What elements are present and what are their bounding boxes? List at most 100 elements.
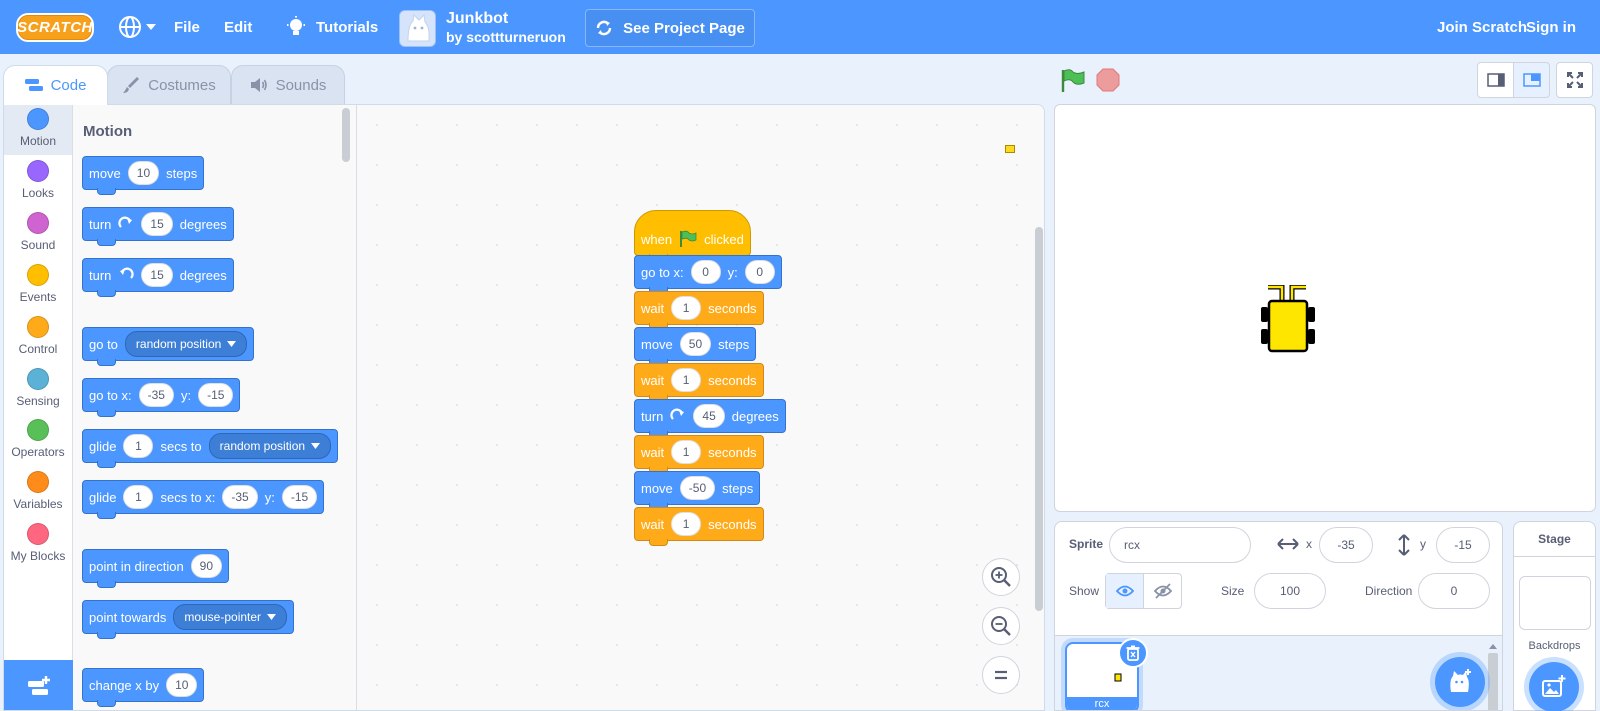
script-area[interactable]: when clicked go to x: 0 y: 0 wait 1 seco… [357,105,1044,710]
seconds-input[interactable]: 1 [671,368,702,392]
show-visible-button[interactable] [1106,574,1144,608]
block-go-to-xy[interactable]: go to x: 0 y: 0 [634,255,782,294]
see-project-page-button[interactable]: See Project Page [585,9,755,47]
block-glide-xy[interactable]: glide 1 secs to x: -35 y: -15 [82,480,325,519]
delete-sprite-button[interactable] [1118,638,1148,668]
palette-scrollbar[interactable] [342,108,350,162]
tutorials-button[interactable]: Tutorials [286,0,378,54]
file-menu[interactable]: File [174,0,200,54]
seconds-input[interactable]: 1 [671,440,702,464]
steps-input[interactable]: -50 [679,476,716,500]
degrees-input[interactable]: 15 [141,263,173,287]
add-extension-button[interactable] [4,660,73,710]
edit-menu[interactable]: Edit [224,0,252,54]
block-when-flag-clicked[interactable]: when clicked [634,210,751,261]
block-wait[interactable]: wait 1 seconds [634,507,764,546]
block-wait[interactable]: wait 1 seconds [634,291,764,330]
category-label: My Blocks [10,549,66,563]
y-input[interactable]: -15 [198,383,234,407]
show-hidden-button[interactable] [1144,574,1181,608]
category-sensing[interactable]: Sensing [4,365,72,415]
zoom-reset-button[interactable] [982,656,1020,694]
fullscreen-button[interactable] [1556,62,1593,98]
target-dropdown[interactable]: mouse-pointer [173,604,288,630]
stop-button[interactable] [1096,68,1120,97]
block-text: seconds [708,300,757,316]
y-position-input[interactable]: -15 [1436,527,1490,563]
degrees-input[interactable]: 15 [141,212,173,236]
stage-canvas[interactable] [1054,104,1596,512]
scratch-logo[interactable]: SCRATCH [16,13,94,42]
rotate-right-icon [118,216,133,228]
category-label: Variables [13,497,63,511]
block-turn-right[interactable]: turn 15 degrees [82,207,234,246]
category-looks[interactable]: Looks [4,157,72,207]
language-menu[interactable] [118,0,156,54]
degrees-input[interactable]: 45 [693,404,725,428]
direction-input[interactable]: 90 [190,554,223,578]
block-point-towards[interactable]: point towards mouse-pointer [82,600,295,639]
zoom-in-button[interactable] [982,558,1020,596]
category-motion[interactable]: Motion [4,105,72,155]
block-move-steps[interactable]: move -50 steps [634,471,761,510]
x-position-input[interactable]: -35 [1319,527,1373,563]
block-text: move [641,480,673,496]
sprite-list-scrollbar[interactable] [1486,641,1500,711]
script-scrollbar[interactable] [1035,227,1043,611]
block-turn-right[interactable]: turn 45 degrees [634,399,786,438]
category-events[interactable]: Events [4,261,72,311]
stage-target-pane[interactable]: Stage Backdrops [1513,521,1596,711]
project-author[interactable]: by scottturneruon [446,29,566,45]
x-input[interactable]: 0 [690,260,721,284]
choose-sprite-button[interactable] [1435,657,1485,707]
block-move-steps[interactable]: move 50 steps [634,327,757,366]
vertical-arrows-icon [1398,534,1410,556]
block-go-to-xy[interactable]: go to x: -35 y: -15 [82,378,241,417]
stage-thumbnail[interactable] [1519,576,1591,630]
x-input[interactable]: -35 [222,485,258,509]
block-turn-left[interactable]: turn 15 degrees [82,258,234,297]
tab-sounds[interactable]: Sounds [231,65,345,105]
block-wait[interactable]: wait 1 seconds [634,435,764,474]
seconds-input[interactable]: 1 [671,296,702,320]
choose-backdrop-button[interactable] [1529,662,1579,711]
category-my-blocks[interactable]: My Blocks [4,520,72,570]
category-operators[interactable]: Operators [4,416,72,466]
project-thumbnail[interactable] [399,10,436,47]
block-point-in-direction[interactable]: point in direction 90 [82,549,230,588]
steps-input[interactable]: 10 [127,161,160,185]
steps-input[interactable]: 50 [679,332,712,356]
block-glide-to[interactable]: glide 1 secs to random position [82,429,339,468]
size-input[interactable]: 100 [1254,573,1326,609]
change-x-input[interactable]: 10 [166,673,198,697]
block-change-x[interactable]: change x by 10 [82,668,205,707]
block-go-to[interactable]: go to random position [82,327,255,366]
y-input[interactable]: 0 [744,260,775,284]
small-stage-button[interactable] [1477,62,1514,98]
zoom-out-button[interactable] [982,607,1020,645]
direction-input[interactable]: 0 [1418,573,1490,609]
block-move-steps[interactable]: move 10 steps [82,156,205,195]
category-variables[interactable]: Variables [4,468,72,518]
x-input[interactable]: -35 [138,383,174,407]
category-sound[interactable]: Sound [4,209,72,259]
block-wait[interactable]: wait 1 seconds [634,363,764,402]
normal-stage-button[interactable] [1513,62,1550,98]
target-dropdown[interactable]: random position [208,433,332,459]
secs-input[interactable]: 1 [123,485,154,509]
tab-costumes[interactable]: Costumes [107,65,231,105]
target-dropdown[interactable]: random position [124,331,248,357]
category-control[interactable]: Control [4,313,72,363]
secs-input[interactable]: 1 [123,434,154,458]
menu-bar: SCRATCH File Edit Tutorials Junkbot by s… [0,0,1600,54]
sensing-dot-icon [27,368,49,390]
y-input[interactable]: -15 [281,485,318,509]
see-project-page-label: See Project Page [623,19,745,37]
green-flag-button[interactable] [1060,68,1086,99]
tab-code[interactable]: Code [3,65,108,105]
seconds-input[interactable]: 1 [671,512,702,536]
sign-in-link[interactable]: Sign in [1526,0,1576,54]
robot-sprite-icon[interactable] [1258,285,1318,355]
join-scratch-link[interactable]: Join Scratch [1437,0,1527,54]
sprite-name-input[interactable]: rcx [1109,527,1251,563]
